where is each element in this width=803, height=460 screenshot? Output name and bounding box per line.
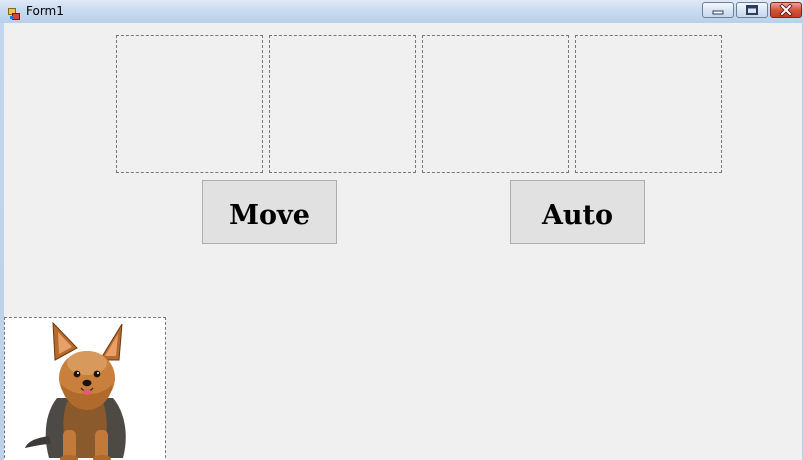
dog-picture-box[interactable]	[4, 317, 166, 460]
minimize-button[interactable]	[702, 2, 734, 18]
move-button[interactable]: Move	[202, 180, 337, 244]
title-bar[interactable]: Form1	[0, 0, 803, 23]
window-title: Form1	[26, 4, 64, 18]
maximize-button[interactable]	[736, 2, 768, 18]
yorkshire-terrier-image	[25, 321, 126, 460]
close-button[interactable]	[770, 2, 802, 18]
auto-button[interactable]: Auto	[510, 180, 645, 244]
close-icon	[779, 3, 793, 17]
app-icon	[8, 5, 20, 20]
picture-box-4[interactable]	[575, 35, 722, 173]
maximize-icon	[746, 5, 758, 15]
picture-box-3[interactable]	[422, 35, 569, 173]
picture-box-2[interactable]	[269, 35, 416, 173]
form1-window: Form1 Move Auto	[0, 0, 803, 460]
picture-box-1[interactable]	[116, 35, 263, 173]
minimize-icon	[712, 10, 724, 15]
